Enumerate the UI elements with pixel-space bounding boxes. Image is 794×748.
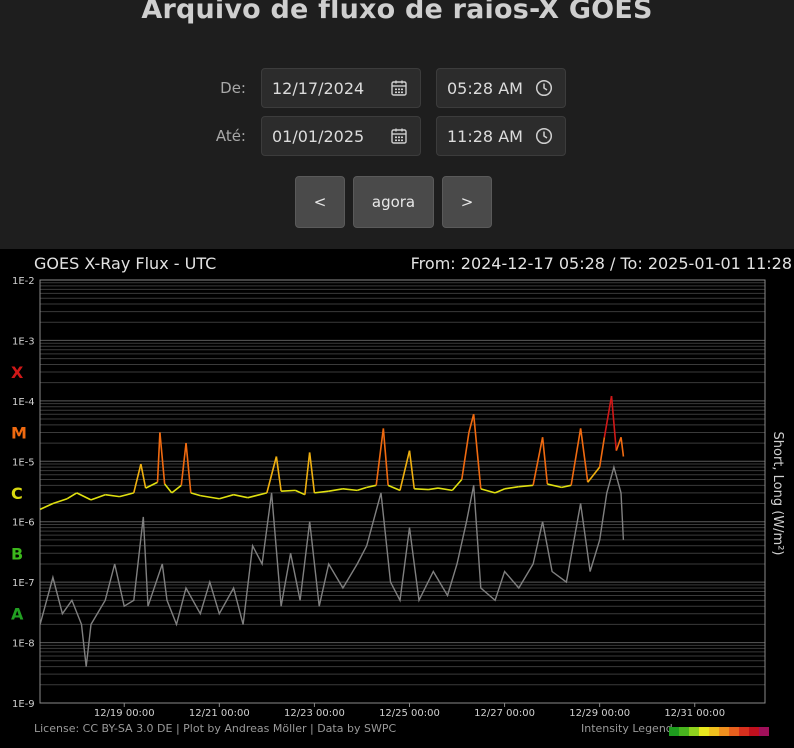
clock-icon[interactable]: [535, 127, 553, 145]
series-long-segment: [342, 488, 358, 492]
next-button[interactable]: >: [442, 176, 492, 228]
to-date-input[interactable]: 01/01/2025: [261, 116, 421, 156]
series-long-segment: [200, 494, 220, 500]
series-long-segment: [39, 502, 54, 511]
to-date-value: 01/01/2025: [272, 127, 365, 146]
series-long-segment: [468, 414, 475, 433]
series-long-segment: [247, 492, 268, 499]
from-time-input[interactable]: 05:28 AM: [436, 68, 566, 108]
series-long-segment: [375, 428, 385, 486]
series-long-segment: [119, 492, 134, 498]
to-label: Até:: [215, 127, 246, 145]
legend-swatch: [739, 727, 749, 736]
y-tick-label: 1E-8: [12, 639, 35, 650]
legend-swatch: [699, 727, 709, 736]
series-long-segment: [159, 432, 166, 485]
xray-flux-plot: 1E-2 1E-3 1E-4 1E-5 1E-6 1E-7 1E-8 1E-9 X M C B A 12/…: [11, 276, 785, 719]
series-long-segment: [570, 428, 582, 486]
legend-swatch: [759, 727, 769, 736]
x-tick-label: 12/27 00:00: [474, 708, 535, 719]
y-tick-label: 1E-6: [12, 518, 35, 529]
to-time-value: 11:28 AM: [447, 127, 523, 146]
legend-swatch: [719, 727, 729, 736]
y-tick-label: 1E-5: [12, 457, 35, 468]
x-tick-label: 12/21 00:00: [189, 708, 250, 719]
from-date-value: 12/17/2024: [272, 79, 365, 98]
series-long-segment: [610, 396, 618, 451]
calendar-icon[interactable]: [390, 127, 408, 145]
from-time-value: 05:28 AM: [447, 79, 523, 98]
series-long-segment: [460, 432, 470, 480]
y-tick-label: 1E-7: [12, 578, 35, 589]
series-long-segment: [579, 428, 589, 483]
x-tick-label: 12/31 00:00: [664, 708, 725, 719]
from-date-input[interactable]: 12/17/2024: [261, 68, 421, 108]
now-button[interactable]: agora: [353, 176, 434, 228]
flare-class-c: C: [11, 484, 23, 503]
series-long-segment: [140, 463, 147, 489]
series-long-segment: [472, 414, 482, 489]
series-long-segment: [233, 493, 249, 499]
series-long-segment: [308, 452, 316, 493]
series-long-segment: [52, 497, 68, 505]
series-long-segment: [598, 437, 606, 468]
legend-swatch: [679, 727, 689, 736]
series-long-segment: [76, 492, 92, 501]
series-long-segment: [494, 488, 505, 494]
legend-swatch: [729, 727, 739, 736]
series-long-segment: [281, 489, 296, 492]
series-long-segment: [132, 463, 142, 494]
series-long-segment: [615, 436, 622, 451]
page-title: Arquivo de fluxo de raios-X GOES: [141, 0, 653, 25]
series-long-segment: [356, 486, 367, 492]
series-long-segment: [105, 493, 120, 498]
license-text: License: CC BY-SA 3.0 DE | Plot by Andre…: [34, 722, 397, 735]
flare-class-x: X: [11, 363, 24, 382]
series-long-segment: [171, 484, 182, 494]
x-tick-label: 12/25 00:00: [379, 708, 440, 719]
clock-icon[interactable]: [535, 79, 553, 97]
y-tick-label: 1E-9: [12, 699, 35, 710]
to-time-input[interactable]: 11:28 AM: [436, 116, 566, 156]
series-long-segment: [387, 484, 401, 492]
series-long-segment: [541, 437, 549, 485]
legend-swatch: [689, 727, 699, 736]
calendar-icon[interactable]: [390, 79, 408, 97]
series-long-segment: [382, 428, 389, 486]
y-tick-label: 1E-4: [12, 397, 35, 408]
series-long-segment: [414, 488, 429, 491]
series-long-segment: [90, 493, 106, 501]
series-long-segment: [328, 488, 344, 492]
series-short-line: [39, 464, 625, 667]
series-long-segment: [219, 493, 234, 500]
flare-class-m: M: [11, 423, 27, 442]
prev-button[interactable]: <: [295, 176, 345, 228]
from-label: De:: [220, 79, 246, 97]
flare-class-b: B: [11, 544, 23, 563]
series-long-segment: [437, 487, 453, 492]
y-tick-label: 1E-3: [12, 336, 35, 347]
series-long-segment: [603, 395, 613, 438]
intensity-legend-label: Intensity Legend: [581, 722, 673, 735]
series-long-segment: [504, 485, 519, 490]
intensity-legend-bar: [669, 727, 769, 736]
x-tick-label: 12/29 00:00: [569, 708, 630, 719]
legend-swatch: [669, 727, 679, 736]
flare-class-a: A: [11, 605, 24, 624]
x-tick-label: 12/19 00:00: [94, 708, 155, 719]
series-long-segment: [408, 450, 416, 489]
legend-swatch: [709, 727, 719, 736]
series-long-segment: [304, 452, 311, 495]
series-long-segment: [66, 492, 78, 500]
series-long-segment: [428, 487, 439, 491]
series-long-segment: [620, 437, 625, 457]
y-axis-label: Short, Long (W/m²): [770, 432, 785, 556]
y-tick-label: 1E-2: [12, 276, 35, 287]
x-tick-label: 12/23 00:00: [284, 708, 345, 719]
legend-swatch: [749, 727, 759, 736]
series-long-segment: [480, 488, 496, 494]
